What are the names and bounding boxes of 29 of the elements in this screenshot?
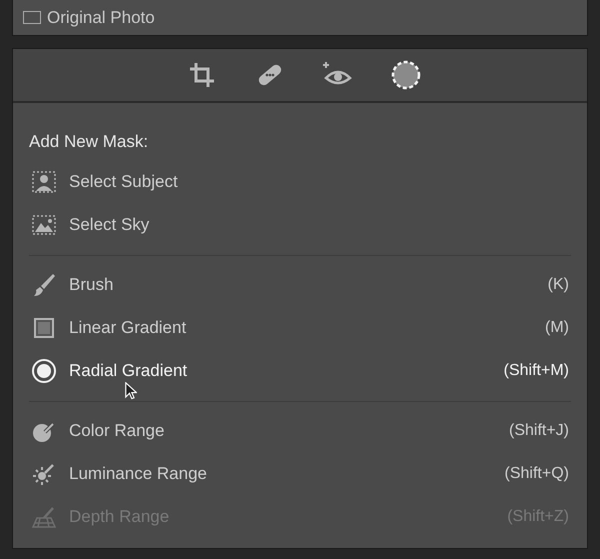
frame-icon — [23, 11, 41, 24]
cursor-icon — [125, 382, 137, 400]
option-label: Radial Gradient — [69, 361, 188, 381]
option-label: Select Subject — [69, 172, 178, 192]
mask-option[interactable]: Radial Gradient (Shift+M) — [29, 350, 571, 392]
original-photo-label[interactable]: Original Photo — [47, 4, 155, 30]
mask-option[interactable]: Color Range (Shift+J) — [29, 410, 571, 452]
option-label: Select Sky — [69, 215, 150, 235]
shortcut-label: (M) — [545, 318, 569, 338]
option-label: Color Range — [69, 421, 164, 441]
shortcut-label: (Shift+J) — [508, 421, 569, 441]
menu-heading: Add New Mask: — [29, 131, 150, 153]
mask-option[interactable]: Linear Gradient (M) — [29, 306, 571, 350]
mask-option[interactable]: Brush (K) — [29, 264, 571, 306]
option-label: Linear Gradient — [69, 318, 186, 338]
sun-dropper-icon — [31, 461, 57, 487]
shortcut-label: (Shift+Q) — [504, 464, 569, 484]
square-gradient-icon — [31, 315, 57, 341]
brush-icon — [31, 272, 57, 298]
shortcut-label: (Shift+M) — [504, 361, 569, 381]
mask-option[interactable]: Select Sky — [29, 204, 571, 246]
radial-gradient-icon — [31, 358, 57, 384]
mask-option[interactable]: Luminance Range (Shift+Q) — [29, 452, 571, 496]
mask-icon[interactable] — [390, 59, 422, 91]
mask-option[interactable]: Select Subject — [29, 160, 571, 204]
option-label: Luminance Range — [69, 464, 207, 484]
person-selection-icon — [31, 169, 57, 195]
option-label: Brush — [69, 275, 114, 295]
shortcut-label: (K) — [548, 275, 569, 295]
